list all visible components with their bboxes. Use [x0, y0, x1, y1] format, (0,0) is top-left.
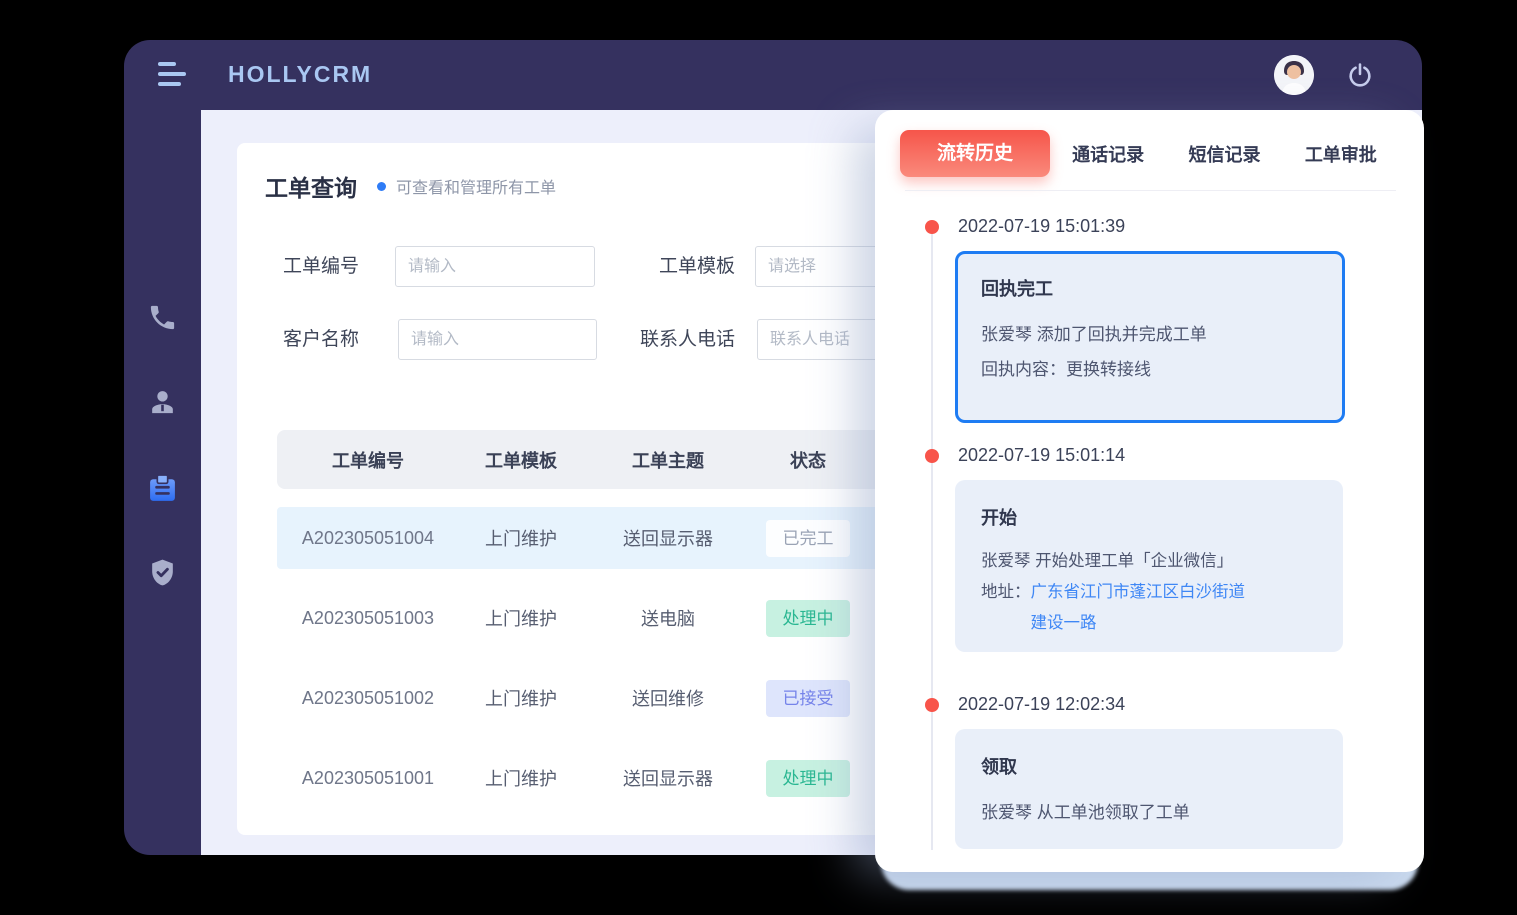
- security-shield-icon: [147, 557, 178, 588]
- blue-dot-icon: [377, 182, 386, 191]
- timeline-card-title: 开始: [981, 504, 1317, 530]
- sidebar-item-contacts[interactable]: [147, 386, 178, 417]
- cell-template: 上门维护: [459, 525, 583, 551]
- sidebar-item-calls[interactable]: [147, 302, 178, 333]
- cell-subject: 送电脑: [583, 605, 753, 631]
- timeline-timestamp: 2022-07-19 15:01:14: [958, 445, 1125, 466]
- customer-name-input[interactable]: [398, 319, 597, 360]
- filter-label-order-id: 工单编号: [283, 246, 359, 287]
- cell-status: 已完工: [753, 520, 863, 557]
- filter-label-customer: 客户名称: [283, 319, 359, 360]
- user-avatar[interactable]: [1274, 55, 1314, 95]
- app-logo: HOLLYCRM: [228, 61, 372, 88]
- top-bar: HOLLYCRM: [124, 40, 1422, 110]
- cell-order-id: A202305051001: [277, 768, 459, 789]
- timeline-entry: 2022-07-19 15:01:14 开始 张爱琴 开始处理工单「企业微信」 …: [875, 445, 1424, 652]
- timeline-card-text: 张爱琴 从工单池领取了工单: [981, 795, 1317, 830]
- timeline-entry: 2022-07-19 15:01:39 回执完工 张爱琴 添加了回执并完成工单 …: [875, 216, 1424, 423]
- cell-order-id: A202305051002: [277, 688, 459, 709]
- work-order-clipboard-icon: [147, 473, 178, 504]
- timeline-card[interactable]: 开始 张爱琴 开始处理工单「企业微信」 地址： 广东省江门市蓬江区白沙街道 建设…: [955, 480, 1343, 652]
- timeline-card[interactable]: 领取 张爱琴 从工单池领取了工单: [955, 729, 1343, 849]
- timeline-address-row: 地址： 广东省江门市蓬江区白沙街道 建设一路: [981, 577, 1317, 639]
- address-link[interactable]: 广东省江门市蓬江区白沙街道 建设一路: [1031, 577, 1246, 639]
- cell-subject: 送回维修: [583, 685, 753, 711]
- history-panel: 流转历史 通话记录 短信记录 工单审批 2022-07-19 15:01:39 …: [875, 110, 1424, 872]
- order-id-input[interactable]: [395, 246, 595, 287]
- cell-order-id: A202305051003: [277, 608, 459, 629]
- page-subtitle: 可查看和管理所有工单: [396, 174, 556, 198]
- status-badge: 处理中: [766, 600, 850, 637]
- cell-subject: 送回显示器: [583, 525, 753, 551]
- filter-label-phone: 联系人电话: [597, 319, 735, 360]
- contact-person-icon: [147, 386, 178, 417]
- timeline-card-title: 回执完工: [981, 275, 1319, 301]
- sidebar-item-security[interactable]: [147, 557, 178, 588]
- filter-label-template: 工单模板: [617, 246, 735, 287]
- address-line: 广东省江门市蓬江区白沙街道: [1031, 577, 1246, 608]
- timeline-dot-icon: [925, 449, 939, 463]
- column-header-status: 状态: [753, 447, 863, 473]
- timeline-card-title: 领取: [981, 753, 1317, 779]
- timeline-card-selected[interactable]: 回执完工 张爱琴 添加了回执并完成工单 回执内容：更换转接线: [955, 251, 1345, 423]
- timeline-card-text: 回执内容：更换转接线: [981, 352, 1319, 387]
- cell-subject: 送回显示器: [583, 765, 753, 791]
- menu-icon[interactable]: [158, 62, 188, 88]
- sidebar-item-work-orders[interactable]: [147, 473, 178, 504]
- address-label: 地址：: [981, 577, 1031, 639]
- column-header-subject: 工单主题: [583, 447, 753, 473]
- phone-icon: [147, 302, 178, 333]
- address-line: 建设一路: [1031, 608, 1246, 639]
- timeline-dot-icon: [925, 698, 939, 712]
- timeline-timestamp: 2022-07-19 12:02:34: [958, 694, 1125, 715]
- column-header-template: 工单模板: [459, 447, 583, 473]
- timeline-entry: 2022-07-19 12:02:34 领取 张爱琴 从工单池领取了工单: [875, 694, 1424, 849]
- cell-template: 上门维护: [459, 765, 583, 791]
- cell-order-id: A202305051004: [277, 528, 459, 549]
- status-badge: 已完工: [766, 520, 850, 557]
- status-badge: 处理中: [766, 760, 850, 797]
- cell-template: 上门维护: [459, 685, 583, 711]
- avatar-image: [1274, 55, 1314, 95]
- timeline-dot-icon: [925, 220, 939, 234]
- flow-history-timeline: 2022-07-19 15:01:39 回执完工 张爱琴 添加了回执并完成工单 …: [875, 110, 1424, 872]
- page-title: 工单查询: [265, 169, 357, 203]
- timeline-card-text: 张爱琴 开始处理工单「企业微信」: [981, 546, 1317, 577]
- column-header-order-id: 工单编号: [277, 447, 459, 473]
- cell-status: 处理中: [753, 600, 863, 637]
- cell-status: 处理中: [753, 760, 863, 797]
- status-badge: 已接受: [766, 680, 850, 717]
- logout-power-icon[interactable]: [1346, 61, 1374, 89]
- timeline-timestamp: 2022-07-19 15:01:39: [958, 216, 1125, 237]
- cell-status: 已接受: [753, 680, 863, 717]
- page-header: 工单查询 可查看和管理所有工单: [265, 169, 556, 203]
- timeline-card-text: 张爱琴 添加了回执并完成工单: [981, 317, 1319, 352]
- cell-template: 上门维护: [459, 605, 583, 631]
